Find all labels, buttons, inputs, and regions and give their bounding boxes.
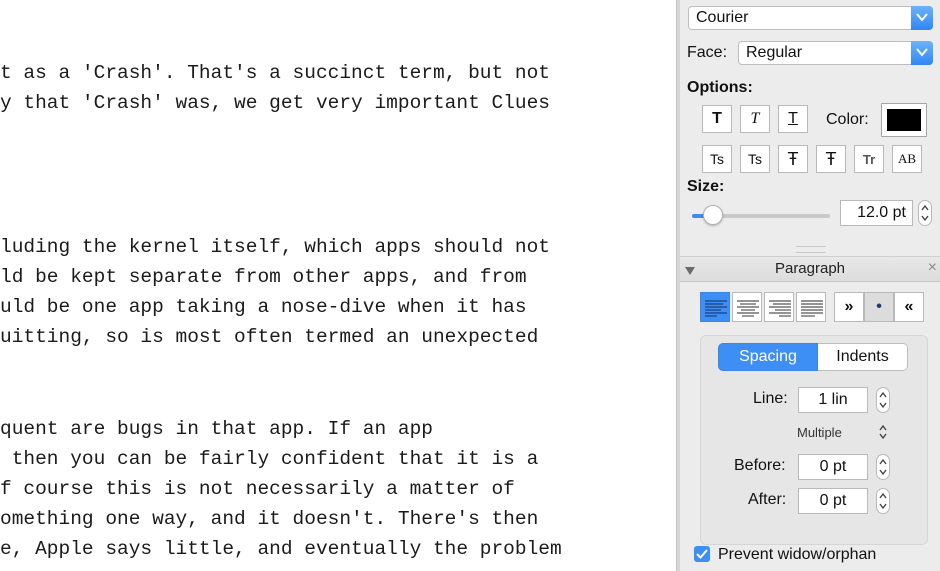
align-justify-icon — [801, 300, 823, 317]
text-line: ld be kept separate from other apps, and… — [0, 266, 527, 288]
text-line: f course this is not necessarily a matte… — [0, 478, 515, 500]
prevent-widow-checkbox[interactable] — [694, 546, 710, 562]
strikethrough-button[interactable]: Ŧ — [778, 145, 808, 173]
underline-button[interactable]: T — [778, 105, 808, 133]
align-right-icon — [769, 300, 791, 317]
align-left-button[interactable] — [700, 292, 730, 322]
line-mode-select[interactable]: Multiple — [797, 425, 842, 440]
paragraph-title: Paragraph — [774, 260, 846, 277]
font-family-select[interactable]: Courier — [688, 6, 933, 30]
text-line: t as a 'Crash'. That's a succinct term, … — [0, 62, 550, 84]
after-spacing-field[interactable]: 0 pt — [798, 488, 868, 514]
chevron-down-icon[interactable] — [911, 6, 933, 30]
tab-indents[interactable]: Indents — [818, 343, 908, 371]
chevron-down-icon[interactable] — [911, 41, 933, 65]
color-well[interactable] — [881, 103, 927, 137]
document-text-area[interactable]: t as a 'Crash'. That's a succinct term, … — [0, 0, 676, 571]
after-spacing-stepper[interactable] — [876, 488, 890, 514]
inspector-panel: Courier Face: Regular Options: T T T Col… — [680, 0, 940, 571]
text-line: uld be one app taking a nose-dive when i… — [0, 296, 527, 318]
text-line: then you can be fairly confident that it… — [0, 448, 539, 470]
size-field[interactable]: 12.0 pt — [840, 200, 913, 226]
after-label: After: — [748, 491, 787, 508]
text-line: omething one way, and it doesn't. There'… — [0, 508, 539, 530]
options-label: Options: — [687, 79, 753, 96]
text-line: luding the kernel itself, which apps sho… — [0, 236, 550, 258]
before-spacing-field[interactable]: 0 pt — [798, 454, 868, 480]
bold-button[interactable]: T — [702, 105, 732, 133]
font-face-select[interactable]: Regular — [738, 41, 933, 65]
face-label: Face: — [687, 44, 728, 61]
align-justify-button[interactable] — [796, 292, 826, 322]
prevent-widow-label[interactable]: Prevent widow/orphan — [718, 546, 876, 564]
resize-handle[interactable] — [796, 246, 826, 253]
size-slider-knob[interactable] — [702, 205, 723, 225]
font-face-value: Regular — [746, 44, 803, 61]
superscript-button[interactable]: Ts — [740, 145, 770, 173]
before-spacing-stepper[interactable] — [876, 454, 890, 480]
line-label: Line: — [753, 390, 788, 407]
subscript-button[interactable]: Ts — [702, 145, 732, 173]
natural-direction-button[interactable]: • — [864, 292, 894, 322]
text-line: quent are bugs in that app. If an app — [0, 418, 433, 440]
align-right-button[interactable] — [764, 292, 794, 322]
outline-button[interactable]: Tr — [854, 145, 884, 173]
size-label: Size: — [687, 178, 725, 195]
chevron-updown-icon[interactable] — [878, 424, 888, 445]
small-caps-button[interactable]: AB — [892, 145, 922, 173]
double-strikethrough-button[interactable]: Ŧ — [816, 145, 846, 173]
left-to-right-button[interactable]: « — [894, 292, 924, 322]
checkmark-icon — [696, 549, 708, 559]
text-line: uitting, so is most often termed an unex… — [0, 326, 539, 348]
text-line: y that 'Crash' was, we get very importan… — [0, 92, 550, 114]
line-spacing-field[interactable]: 1 lin — [798, 387, 868, 413]
text-line: e, Apple says little, and eventually the… — [0, 538, 562, 560]
align-left-icon — [705, 300, 727, 317]
tab-spacing[interactable]: Spacing — [718, 343, 818, 371]
right-to-left-button[interactable]: » — [834, 292, 864, 322]
color-swatch-fill — [887, 109, 921, 131]
paragraph-section-header[interactable]: Paragraph × — [680, 256, 940, 282]
color-label: Color: — [826, 111, 869, 128]
before-label: Before: — [734, 457, 786, 474]
align-center-icon — [737, 300, 759, 317]
font-family-value: Courier — [696, 9, 749, 26]
line-spacing-stepper[interactable] — [876, 387, 890, 413]
italic-button[interactable]: T — [740, 105, 770, 133]
close-icon[interactable]: × — [928, 259, 937, 277]
size-stepper[interactable] — [918, 200, 932, 226]
align-center-button[interactable] — [732, 292, 762, 322]
